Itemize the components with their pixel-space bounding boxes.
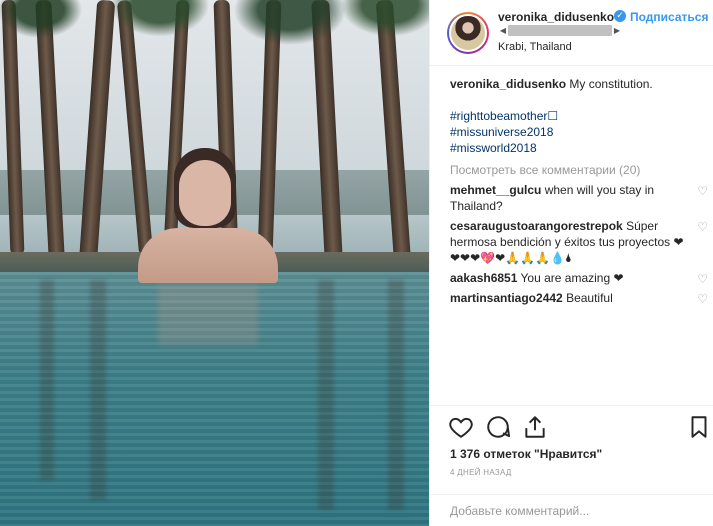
comments-section: veronika_didusenko My constitution. #rig… <box>450 76 708 310</box>
trunk-reflection <box>388 280 404 510</box>
post-caption: veronika_didusenko My constitution. <box>450 76 708 92</box>
scroll-right-icon[interactable]: ▶ <box>612 25 622 36</box>
comment-username[interactable]: martinsantiago2442 <box>450 291 563 305</box>
palm-foliage <box>0 0 429 70</box>
verified-badge-icon: ✓ <box>614 10 626 22</box>
hashtag-link[interactable]: #missuniverse2018 <box>450 124 708 140</box>
person-figure <box>138 148 278 344</box>
add-comment-bar <box>430 494 713 526</box>
heart-icon[interactable]: ♡ <box>697 219 708 235</box>
comment-item: aakash6851 You are amazing ❤ ♡ <box>450 270 708 286</box>
hashtag-link[interactable]: #missworld2018 <box>450 140 708 156</box>
post-date: 4 ДНЕЙ НАЗАД <box>450 468 512 477</box>
share-icon[interactable] <box>522 414 548 440</box>
likes-count[interactable]: 1 376 отметок "Нравится" <box>450 447 602 461</box>
person-body <box>138 228 278 283</box>
post-photo[interactable] <box>0 0 429 526</box>
hashtag-link[interactable]: #righttobeamother☐ <box>450 108 708 124</box>
heart-icon[interactable]: ♡ <box>697 183 708 199</box>
comment-item: cesaraugustoarangorestrepok Súper hermos… <box>450 218 708 266</box>
horizontal-scrollbar[interactable]: ◀ ▶ <box>498 25 622 36</box>
post-location[interactable]: Krabi, Thailand <box>498 41 572 53</box>
comment-username[interactable]: aakash6851 <box>450 271 517 285</box>
person-reflection <box>158 284 258 344</box>
like-heart-icon[interactable] <box>448 414 474 440</box>
bookmark-icon[interactable] <box>686 414 712 440</box>
comment-text: Beautiful <box>566 291 613 305</box>
trunk-reflection <box>90 280 106 500</box>
avatar-image <box>449 14 487 52</box>
comment-bubble-icon[interactable] <box>485 414 511 440</box>
comment-item: martinsantiago2442 Beautiful ♡ <box>450 290 708 306</box>
comment-username[interactable]: mehmet__gulcu <box>450 183 541 197</box>
scroll-left-icon[interactable]: ◀ <box>498 25 508 36</box>
heart-icon[interactable]: ♡ <box>697 271 708 287</box>
follow-button[interactable]: Подписаться <box>630 10 708 24</box>
trunk-reflection <box>318 280 334 510</box>
comment-username[interactable]: cesaraugustoarangorestrepok <box>450 219 623 233</box>
caption-username[interactable]: veronika_didusenko <box>450 77 566 91</box>
post-sidebar: veronika_didusenko ✓ Подписаться ◀ ▶ Kra… <box>429 0 713 526</box>
view-all-comments-link[interactable]: Посмотреть все комментарии (20) <box>450 162 708 178</box>
post-header: veronika_didusenko ✓ Подписаться ◀ ▶ Kra… <box>430 0 713 66</box>
heart-icon[interactable]: ♡ <box>697 291 708 307</box>
caption-text: My constitution. <box>569 77 653 91</box>
trunk-reflection <box>40 280 54 480</box>
comment-item: mehmet__gulcu when will you stay in Thai… <box>450 182 708 214</box>
comment-text: You are amazing ❤ <box>520 271 624 285</box>
person-face <box>179 160 231 226</box>
scrollbar-thumb[interactable] <box>508 25 612 36</box>
post-actions: 1 376 отметок "Нравится" 4 ДНЕЙ НАЗАД <box>430 405 713 526</box>
avatar[interactable] <box>447 12 489 54</box>
add-comment-input[interactable] <box>450 501 690 521</box>
post-username[interactable]: veronika_didusenko <box>498 10 614 24</box>
hashtag-list: #righttobeamother☐ #missuniverse2018 #mi… <box>450 108 708 156</box>
